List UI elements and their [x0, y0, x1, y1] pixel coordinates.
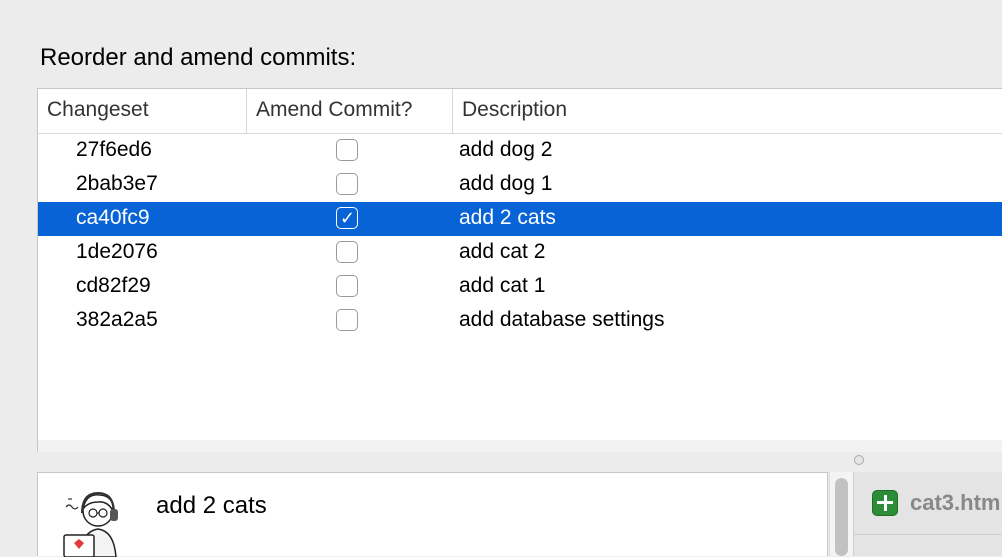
amend-checkbox[interactable] [336, 275, 358, 297]
commit-rows: 27f6ed6 add dog 2 2bab3e7 add dog 1 ca40… [38, 134, 1002, 338]
changeset-cell: 27f6ed6 [76, 138, 152, 161]
table-row[interactable]: 1de2076 add cat 2 [38, 236, 1002, 270]
table-row[interactable]: 382a2a5 add database settings [38, 304, 1002, 338]
changeset-cell: ca40fc9 [76, 206, 150, 229]
table-row-selected[interactable]: ca40fc9 ✓ add 2 cats [38, 202, 1002, 236]
changeset-cell: 2bab3e7 [76, 172, 158, 195]
developer-avatar-icon [63, 491, 118, 557]
column-header-amend-commit[interactable]: Amend Commit? [246, 89, 452, 133]
scrollbar-thumb[interactable] [835, 478, 848, 556]
amend-checkbox[interactable] [336, 139, 358, 161]
amend-checkbox[interactable] [336, 241, 358, 263]
table-header: Changeset Amend Commit? Description [38, 89, 1002, 134]
commits-table: Changeset Amend Commit? Description 27f6… [37, 88, 1002, 452]
table-row[interactable]: 27f6ed6 add dog 2 [38, 134, 1002, 168]
splitter-handle[interactable] [854, 455, 864, 465]
changed-files-panel: cat3.htm [853, 472, 1002, 556]
commit-detail-panel: add 2 cats [37, 472, 828, 557]
amend-checkbox[interactable] [336, 309, 358, 331]
amend-checkbox[interactable] [336, 173, 358, 195]
column-header-changeset[interactable]: Changeset [38, 89, 246, 133]
description-cell: add dog 1 [459, 172, 553, 195]
file-name: cat3.htm [910, 490, 1001, 515]
commit-message: add 2 cats [156, 492, 267, 519]
table-row[interactable]: cd82f29 add cat 1 [38, 270, 1002, 304]
dialog-title: Reorder and amend commits: [40, 44, 357, 71]
description-cell: add cat 1 [459, 274, 546, 297]
table-horizontal-scroll-area [38, 440, 1002, 452]
file-list-item[interactable]: cat3.htm [854, 484, 1002, 535]
description-cell: add dog 2 [459, 138, 553, 161]
checkmark-icon: ✓ [340, 208, 356, 228]
changeset-cell: 1de2076 [76, 240, 158, 263]
description-cell: add 2 cats [459, 206, 556, 229]
changeset-cell: cd82f29 [76, 274, 151, 297]
add-icon [872, 490, 898, 516]
table-row[interactable]: 2bab3e7 add dog 1 [38, 168, 1002, 202]
detail-scrollbar[interactable] [829, 472, 853, 556]
changeset-cell: 382a2a5 [76, 308, 158, 331]
amend-checkbox-checked[interactable]: ✓ [336, 207, 358, 229]
description-cell: add database settings [459, 308, 665, 331]
description-cell: add cat 2 [459, 240, 546, 263]
column-header-description[interactable]: Description [452, 89, 1002, 133]
